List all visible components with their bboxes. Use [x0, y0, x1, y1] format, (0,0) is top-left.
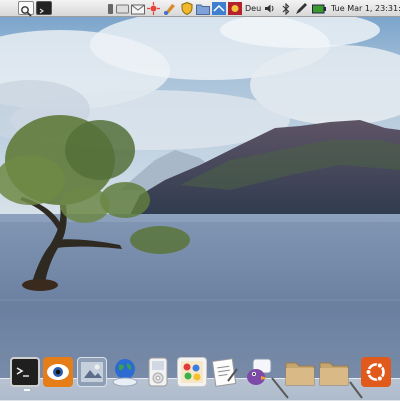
drive-icon[interactable]	[116, 2, 129, 15]
eye-icon	[47, 364, 69, 380]
document-icon	[211, 358, 238, 387]
weather-icon[interactable]	[147, 2, 160, 15]
terminal-launcher[interactable]	[36, 1, 52, 15]
network-icon[interactable]	[212, 2, 226, 15]
running-indicator	[24, 389, 30, 391]
ipod-icon	[148, 357, 168, 387]
mail-icon[interactable]	[131, 2, 145, 15]
keyboard-layout[interactable]: Deu	[245, 2, 261, 15]
pidgin-icon	[247, 358, 272, 385]
dock-item-pidgin[interactable]	[243, 357, 273, 387]
usb-icon[interactable]	[105, 2, 115, 15]
pidgin-tray-icon[interactable]	[228, 2, 242, 15]
magnifier-icon	[21, 6, 32, 17]
top-panel: Deu Tue Mar 1, 23:31:4	[0, 0, 400, 17]
palette-icon	[181, 361, 203, 383]
terminal-icon	[16, 367, 29, 377]
dock-item-folder-2[interactable]	[319, 357, 349, 387]
dock-item-ipod[interactable]	[148, 357, 168, 387]
volume-icon[interactable]	[264, 2, 276, 15]
dock-item-eye-app[interactable]	[43, 357, 73, 387]
dock-item-text-editor[interactable]	[210, 357, 240, 387]
dock-item-world-app[interactable]	[110, 357, 140, 387]
search-launcher[interactable]	[18, 1, 34, 17]
dock-item-art-app[interactable]	[177, 357, 207, 387]
shield-icon[interactable]	[180, 2, 193, 15]
battery-icon[interactable]	[312, 2, 326, 15]
pen-icon[interactable]	[295, 2, 308, 15]
folder-icon[interactable]	[196, 2, 210, 15]
dock-separator	[349, 381, 363, 399]
photo-icon	[81, 362, 103, 382]
folder-icon	[319, 362, 349, 386]
desktop-wallpaper	[0, 0, 400, 400]
bluetooth-icon[interactable]	[281, 2, 290, 15]
terminal-icon	[39, 8, 45, 14]
dock-item-photo-app[interactable]	[77, 357, 107, 387]
dock-separator	[271, 377, 289, 399]
dock-item-terminal[interactable]	[10, 357, 40, 391]
clock[interactable]: Tue Mar 1, 23:31:4	[331, 2, 400, 15]
globe-icon	[112, 359, 138, 387]
paint-icon[interactable]	[163, 2, 177, 15]
